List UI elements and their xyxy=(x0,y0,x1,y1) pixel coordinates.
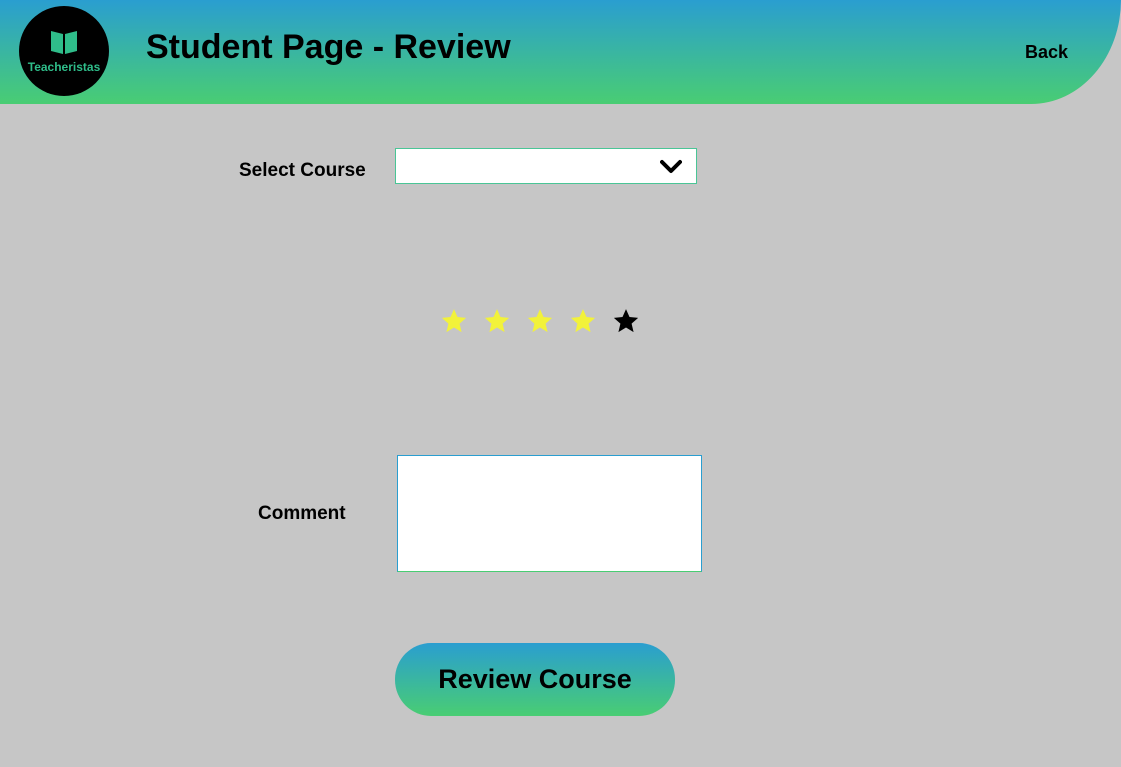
open-book-icon xyxy=(51,31,77,54)
star-icon[interactable] xyxy=(569,307,597,335)
page-title: Student Page - Review xyxy=(146,28,511,66)
star-icon[interactable] xyxy=(440,307,468,335)
back-link[interactable]: Back xyxy=(1025,42,1068,63)
star-icon[interactable] xyxy=(612,307,640,335)
logo: Teacheristas xyxy=(19,6,109,96)
course-select[interactable] xyxy=(395,148,697,184)
star-icon[interactable] xyxy=(483,307,511,335)
comment-label: Comment xyxy=(258,503,346,524)
header-bar: Teacheristas Student Page - Review Back xyxy=(0,0,1121,104)
chevron-down-icon xyxy=(660,160,682,173)
star-icon[interactable] xyxy=(526,307,554,335)
select-course-label: Select Course xyxy=(239,160,366,181)
logo-text: Teacheristas xyxy=(27,60,101,74)
review-course-button[interactable]: Review Course xyxy=(395,643,675,716)
comment-textarea[interactable] xyxy=(397,455,702,572)
